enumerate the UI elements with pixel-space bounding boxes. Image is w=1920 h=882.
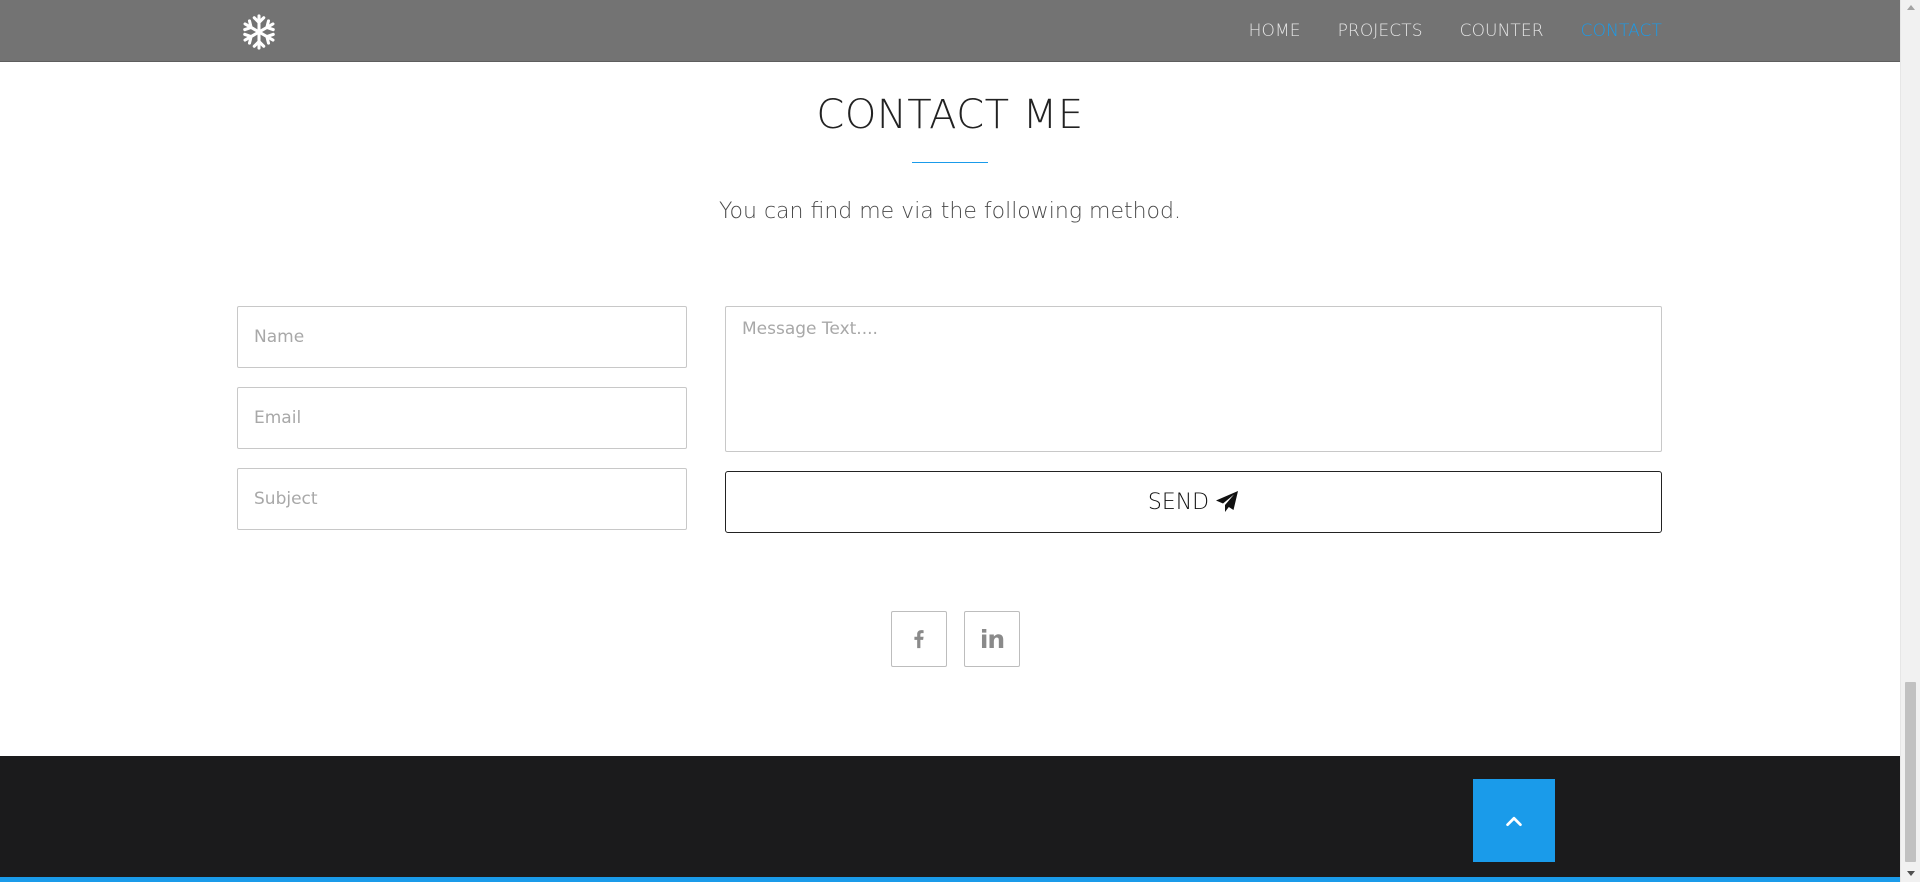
main-nav: HOME PROJECTS COUNTER CONTACT [1212,0,1662,62]
facebook-button[interactable] [891,611,947,667]
scroll-thumb[interactable] [1905,682,1916,862]
page: HOME PROJECTS COUNTER CONTACT CONTACT ME… [0,0,1900,882]
page-scrollbar[interactable] [1900,0,1920,882]
nav-contact[interactable]: CONTACT [1581,21,1662,41]
email-input[interactable] [237,387,687,449]
snowflake-icon[interactable] [240,13,278,51]
back-to-top-button[interactable] [1473,779,1555,862]
scroll-down-arrow[interactable] [1907,871,1915,876]
linkedin-icon: in [979,624,1005,654]
scroll-up-arrow[interactable] [1907,5,1915,10]
section-title: CONTACT ME [816,92,1084,138]
chevron-up-icon [1506,816,1522,826]
linkedin-button[interactable]: in [964,611,1020,667]
paper-plane-icon [1216,491,1239,512]
send-button[interactable]: SEND [725,471,1662,533]
nav-projects[interactable]: PROJECTS [1338,21,1423,41]
title-divider [912,162,988,163]
nav-counter[interactable]: COUNTER [1460,21,1544,41]
nav-home[interactable]: HOME [1249,21,1301,41]
name-input[interactable] [237,306,687,368]
footer [0,756,1900,882]
navbar: HOME PROJECTS COUNTER CONTACT [0,0,1900,62]
footer-accent-line [0,877,1900,882]
subject-input[interactable] [237,468,687,530]
message-textarea[interactable] [725,306,1662,452]
send-button-label: SEND [1147,489,1210,515]
facebook-icon [914,630,924,649]
section-subtitle: You can find me via the following method… [719,199,1181,224]
